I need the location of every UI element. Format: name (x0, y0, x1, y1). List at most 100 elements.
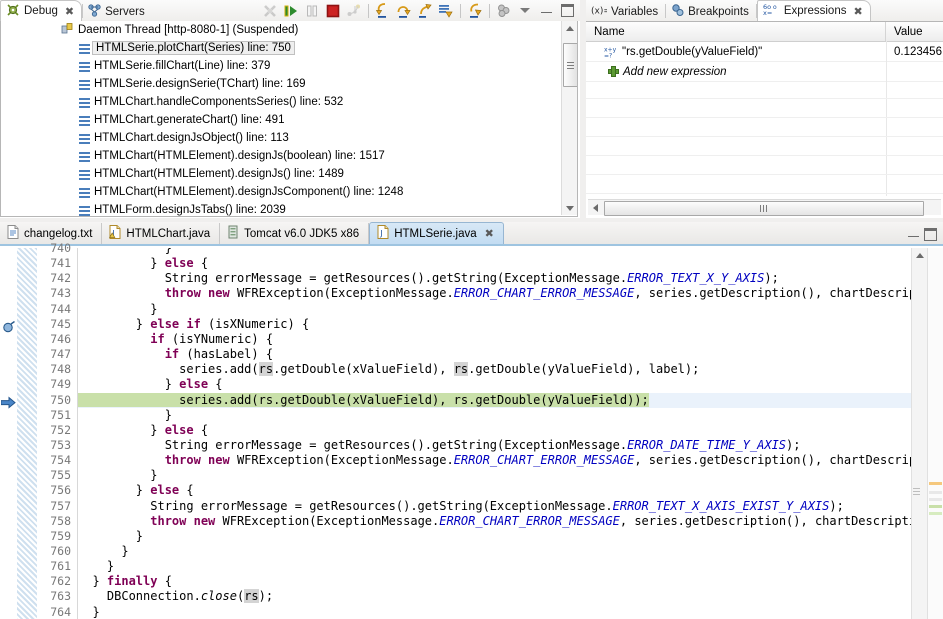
code-line[interactable]: throw new WFRException(ExceptionMessage.… (78, 453, 911, 468)
grid-row-divider (586, 117, 943, 118)
tab-servers[interactable]: Servers (83, 2, 152, 21)
line-number: 752 (50, 422, 71, 437)
debug-stack-tree[interactable]: Daemon Thread [http-8080-1] (Suspended) … (0, 21, 578, 217)
disconnect2-icon[interactable] (344, 1, 364, 20)
ruler-marker[interactable] (929, 498, 942, 501)
scroll-down-arrow-icon[interactable] (562, 201, 577, 215)
editor-tab-tomcat[interactable]: Tomcat v6.0 JDK5 x86 (220, 223, 370, 244)
code-line[interactable]: if (isYNumeric) { (78, 332, 911, 347)
tab-debug-close-icon[interactable]: ✖ (65, 5, 74, 18)
disconnect-icon[interactable] (260, 1, 280, 20)
add-expression-row[interactable]: Add new expression (586, 62, 943, 82)
code-line[interactable]: series.add(rs.getDouble(xValueField), rs… (78, 362, 911, 377)
column-header-value[interactable]: Value (886, 22, 943, 41)
code-line[interactable]: } (78, 559, 911, 574)
code-line[interactable]: String errorMessage = getResources().get… (78, 271, 911, 286)
view-menu-extra-icon[interactable] (494, 1, 514, 20)
drop-to-frame-icon[interactable] (436, 1, 456, 20)
expression-row[interactable]: x+y =? "rs.getDouble(yValueField)" 0.123… (586, 42, 943, 62)
editor-code-text[interactable]: } } else { String errorMessage = getReso… (78, 248, 911, 619)
minimize-icon[interactable] (536, 1, 556, 20)
scroll-up-arrow-icon[interactable] (912, 248, 928, 262)
expression-value-cell[interactable]: 0.123456 (886, 46, 943, 58)
stack-frame[interactable]: HTMLSerie.fillChart(Line) line: 379 (1, 57, 577, 75)
scrollbar-thumb[interactable] (563, 43, 577, 87)
code-line[interactable]: throw new WFRException(ExceptionMessage.… (78, 514, 911, 529)
scroll-up-arrow-icon[interactable] (562, 21, 577, 35)
step-return-icon[interactable] (415, 1, 435, 20)
minimize-icon[interactable] (908, 233, 919, 237)
maximize-icon[interactable] (924, 228, 937, 241)
tab-expressions-close-icon[interactable]: ✖ (853, 5, 862, 18)
code-line[interactable]: } (78, 248, 911, 256)
code-line[interactable]: if (hasLabel) { (78, 347, 911, 362)
code-line[interactable]: } else { (78, 483, 911, 498)
ruler-marker[interactable] (929, 512, 942, 515)
code-line[interactable]: String errorMessage = getResources().get… (78, 438, 911, 453)
editor-vertical-scrollbar[interactable] (911, 248, 927, 619)
step-over-icon[interactable] (394, 1, 414, 20)
tab-debug[interactable]: Debug ✖ (0, 0, 83, 21)
code-line[interactable]: DBConnection.close(rs); (78, 589, 911, 604)
expressions-column-headers: Name Value (586, 22, 943, 42)
code-line[interactable]: } else { (78, 377, 911, 392)
line-number: 751 (50, 407, 71, 422)
editor-tab-htmlserie[interactable]: J HTMLSerie.java ✖ (369, 222, 504, 244)
code-line[interactable]: } (78, 302, 911, 317)
scrollbar-thumb[interactable] (604, 201, 924, 216)
code-line[interactable]: String errorMessage = getResources().get… (78, 499, 911, 514)
code-line[interactable]: } else { (78, 256, 911, 271)
code-line[interactable]: throw new WFRException(ExceptionMessage.… (78, 286, 911, 301)
step-into-icon[interactable] (373, 1, 393, 20)
suspend-icon[interactable] (302, 1, 322, 20)
stack-frame-icon (79, 43, 90, 54)
code-line[interactable]: } else { (78, 423, 911, 438)
stack-frame[interactable]: HTMLChart.handleComponentsSeries() line:… (1, 93, 577, 111)
breakpoint-marker-icon[interactable] (2, 320, 15, 337)
tab-breakpoints[interactable]: Breakpoints (666, 2, 756, 21)
editor-overview-ruler[interactable] (927, 248, 943, 619)
debug-vertical-scrollbar[interactable] (561, 21, 577, 215)
stack-frame[interactable]: HTMLForm.designJsTabs() line: 2039 (1, 201, 577, 216)
code-line[interactable]: } (78, 408, 911, 423)
code-line[interactable]: } finally { (78, 574, 911, 589)
scroll-left-arrow-icon[interactable] (588, 200, 602, 216)
expressions-table[interactable]: Name Value x+y =? "rs.getDouble(yValueFi… (586, 21, 943, 196)
editor-tab-close-icon[interactable]: ✖ (485, 227, 494, 240)
line-number: 756 (50, 483, 71, 498)
tab-expressions[interactable]: 6o o x= Expressions ✖ (756, 0, 871, 21)
source-editor[interactable]: 740 741 742 743 744 745 746 747 748 749 750 751 752 7… (0, 241, 943, 619)
scrollbar-thumb[interactable] (913, 488, 926, 514)
code-line[interactable]: } (78, 529, 911, 544)
code-line[interactable]: } (78, 468, 911, 483)
code-line[interactable]: } else if (isXNumeric) { (78, 317, 911, 332)
svg-text:(x)=: (x)= (591, 7, 607, 17)
ruler-marker[interactable] (929, 491, 942, 494)
maximize-icon[interactable] (557, 1, 577, 20)
stack-frame[interactable]: HTMLSerie.designSerie(TChart) line: 169 (1, 75, 577, 93)
ruler-marker[interactable] (929, 482, 942, 485)
add-expression-cell[interactable]: Add new expression (586, 66, 886, 78)
step-filters-icon[interactable] (465, 1, 485, 20)
code-line[interactable]: series.add(rs.getDouble(xValueField), rs… (78, 392, 911, 408)
view-menu-icon[interactable] (515, 1, 535, 20)
stack-frame[interactable]: HTMLChart(HTMLElement).designJs(boolean)… (1, 147, 577, 165)
stack-frame[interactable]: HTMLSerie.plotChart(Series) line: 750 (1, 39, 577, 57)
expression-name-cell[interactable]: x+y =? "rs.getDouble(yValueField)" (586, 46, 886, 60)
stack-frame[interactable]: HTMLChart.generateChart() line: 491 (1, 111, 577, 129)
resume-icon[interactable] (281, 1, 301, 20)
stack-frame[interactable]: HTMLChart(HTMLElement).designJsComponent… (1, 183, 577, 201)
tab-variables[interactable]: (x)= Variables (586, 2, 665, 21)
thread-node[interactable]: Daemon Thread [http-8080-1] (Suspended) (1, 21, 577, 39)
code-line[interactable]: } (78, 605, 911, 619)
stack-frame[interactable]: HTMLChart.designJsObject() line: 113 (1, 129, 577, 147)
expressions-horizontal-scrollbar[interactable] (588, 199, 941, 216)
editor-marker-gutter[interactable] (0, 248, 17, 619)
grid-row-divider (586, 155, 943, 156)
editor-tab-htmlchart[interactable]: J HTMLChart.java (102, 223, 221, 244)
column-header-name[interactable]: Name (586, 22, 886, 41)
terminate-icon[interactable] (323, 1, 343, 20)
ruler-marker[interactable] (929, 505, 942, 508)
stack-frame[interactable]: HTMLChart(HTMLElement).designJs() line: … (1, 165, 577, 183)
code-line[interactable]: } (78, 544, 911, 559)
